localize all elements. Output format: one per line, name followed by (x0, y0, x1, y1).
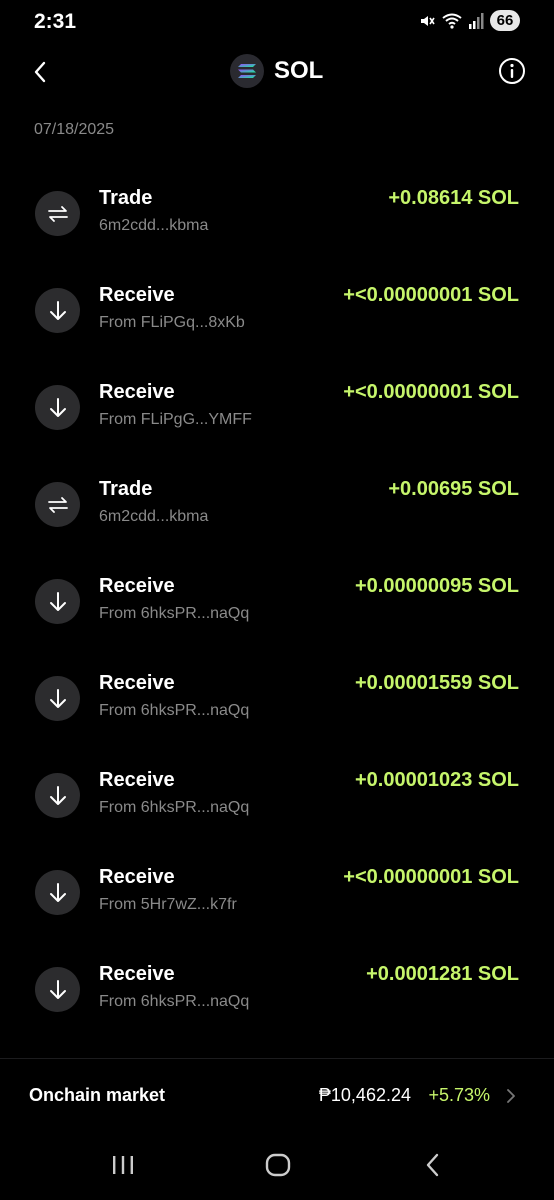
transaction-subtitle: From 6hksPR...naQq (99, 605, 250, 622)
transaction-subtitle: From FLiPGq...8xKb (99, 314, 245, 331)
swap-icon (35, 191, 80, 236)
arrow-down-icon (35, 288, 80, 333)
arrow-down-icon (35, 579, 80, 624)
transaction-amount: +0.08614 SOL (388, 187, 519, 209)
system-nav-bar (0, 1140, 554, 1190)
solana-logo-icon (230, 54, 264, 88)
chevron-left-icon (34, 61, 46, 83)
arrow-down-icon (35, 773, 80, 818)
market-label: Onchain market (29, 1085, 166, 1105)
transaction-type: Receive (99, 381, 175, 403)
transaction-type: Receive (99, 575, 175, 597)
recent-apps-icon (113, 1156, 133, 1174)
arrow-down-icon (35, 385, 80, 430)
transaction-subtitle: From 5Hr7wZ...k7fr (99, 896, 237, 913)
home-button[interactable] (258, 1150, 298, 1180)
transaction-subtitle: From 6hksPR...naQq (99, 993, 250, 1010)
chevron-right-icon (504, 1087, 518, 1105)
transaction-amount: +0.00001559 SOL (354, 672, 519, 694)
transaction-row[interactable]: Trade 6m2cdd...kbma +0.00695 SOL (0, 456, 554, 553)
token-title: SOL (230, 54, 323, 88)
transaction-row[interactable]: Receive From 6hksPR...naQq +0.00001023 S… (0, 747, 554, 844)
transaction-subtitle: From 6hksPR...naQq (99, 799, 250, 816)
transaction-amount: +<0.00000001 SOL (343, 284, 519, 306)
swap-icon (35, 482, 80, 527)
status-bar: 2:31 66 (0, 0, 554, 44)
wifi-icon (442, 12, 462, 30)
transaction-amount: +0.00000095 SOL (354, 575, 519, 597)
recent-apps-button[interactable] (103, 1150, 143, 1180)
header: SOL (0, 48, 554, 96)
transaction-row[interactable]: Receive From 6hksPR...naQq +0.00000095 S… (0, 553, 554, 650)
arrow-down-icon (35, 967, 80, 1012)
transaction-type: Receive (99, 963, 175, 985)
status-icons: 66 (418, 10, 520, 31)
signal-icon (468, 12, 484, 30)
date-header: 07/18/2025 (34, 121, 115, 138)
transaction-list: Trade 6m2cdd...kbma +0.08614 SOL Receive… (0, 165, 554, 1038)
transaction-amount: +0.00695 SOL (388, 478, 519, 500)
transaction-subtitle: From 6hksPR...naQq (99, 702, 250, 719)
info-icon (499, 58, 525, 84)
transaction-row[interactable]: Receive From 6hksPR...naQq +0.0001281 SO… (0, 941, 554, 1038)
transaction-type: Receive (99, 866, 175, 888)
info-button[interactable] (498, 57, 526, 85)
status-time: 2:31 (34, 10, 77, 33)
home-icon (265, 1153, 291, 1177)
back-icon (426, 1153, 439, 1177)
transaction-subtitle: 6m2cdd...kbma (99, 508, 209, 525)
transaction-type: Trade (99, 478, 153, 500)
transaction-amount: +0.00001023 SOL (354, 769, 519, 791)
transaction-type: Receive (99, 672, 175, 694)
system-back-button[interactable] (413, 1150, 453, 1180)
transaction-row[interactable]: Receive From FLiPGq...8xKb +<0.00000001 … (0, 262, 554, 359)
transaction-amount: +<0.00000001 SOL (343, 866, 519, 888)
divider (0, 1058, 554, 1059)
transaction-subtitle: From FLiPgG...YMFF (99, 411, 252, 428)
transaction-amount: +<0.00000001 SOL (343, 381, 519, 403)
transaction-row[interactable]: Trade 6m2cdd...kbma +0.08614 SOL (0, 165, 554, 262)
transaction-type: Trade (99, 187, 153, 209)
transaction-type: Receive (99, 284, 175, 306)
transaction-row[interactable]: Receive From FLiPgG...YMFF +<0.00000001 … (0, 359, 554, 456)
transaction-row[interactable]: Receive From 5Hr7wZ...k7fr +<0.00000001 … (0, 844, 554, 941)
transaction-subtitle: 6m2cdd...kbma (99, 217, 209, 234)
market-price: ₱10,462.24 (318, 1085, 411, 1105)
back-button[interactable] (26, 58, 54, 86)
transaction-row[interactable]: Receive From 6hksPR...naQq +0.00001559 S… (0, 650, 554, 747)
arrow-down-icon (35, 676, 80, 721)
onchain-market-bar[interactable]: Onchain market ₱10,462.24 +5.73% (0, 1072, 554, 1118)
market-change: +5.73% (428, 1085, 490, 1105)
page-title: SOL (274, 57, 324, 84)
transaction-type: Receive (99, 769, 175, 791)
battery-indicator: 66 (490, 10, 520, 31)
arrow-down-icon (35, 870, 80, 915)
transaction-amount: +0.0001281 SOL (366, 963, 519, 985)
mute-icon (418, 12, 436, 30)
